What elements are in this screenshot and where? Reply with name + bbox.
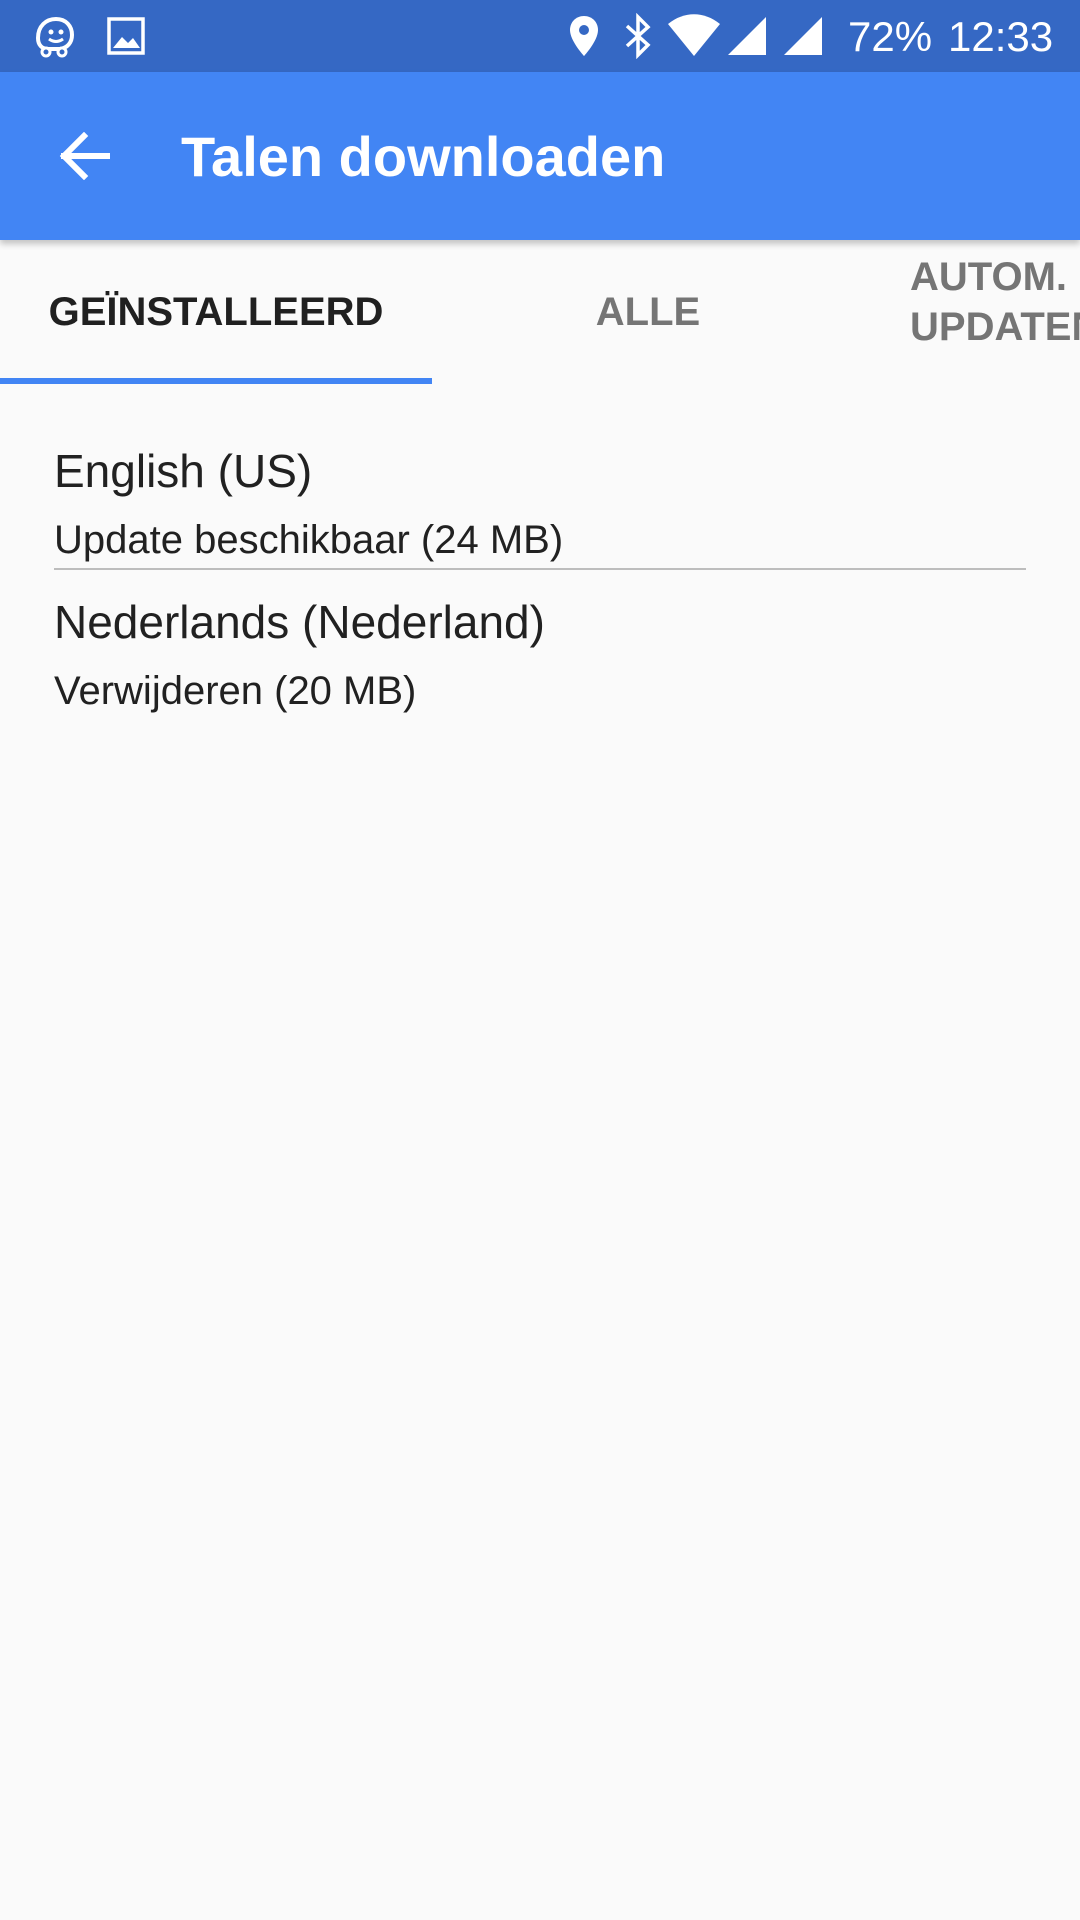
waze-icon: [26, 0, 82, 72]
tab-auto-update-label-line2: UPDATEN: [910, 305, 1080, 349]
clock: 12:33: [948, 13, 1054, 60]
tab-all[interactable]: ALLE: [432, 240, 864, 384]
language-list: English (US) Update beschikbaar (24 MB) …: [0, 384, 1080, 718]
language-name: Nederlands (Nederland): [54, 596, 545, 648]
page-title: Talen downloaden: [181, 125, 666, 188]
tab-auto-update[interactable]: AUTOM. UPDATEN: [910, 240, 1080, 374]
tab-auto-update-label-line1: AUTOM.: [910, 255, 1068, 299]
language-name: English (US): [54, 445, 313, 497]
tab-all-label: ALLE: [595, 289, 701, 334]
back-button[interactable]: [30, 108, 138, 204]
list-item[interactable]: Nederlands (Nederland) Verwijderen (20 M…: [0, 570, 1080, 718]
battery-percentage: 72%: [848, 13, 933, 60]
language-status: Update beschikbaar (24 MB): [54, 518, 564, 562]
app-bar: Talen downloaden: [0, 72, 1080, 240]
signal-icon: [724, 0, 770, 72]
arrow-left-icon: [58, 132, 110, 180]
wifi-icon: [664, 0, 724, 72]
tab-bar: GEÏNSTALLEERD ALLE AUTOM. UPDATEN: [0, 240, 1080, 384]
tab-installed[interactable]: GEÏNSTALLEERD: [0, 240, 432, 384]
tab-installed-label: GEÏNSTALLEERD: [48, 289, 384, 334]
image-icon: [104, 0, 148, 72]
signal-icon: [780, 0, 826, 72]
status-bar: 72% 12:33: [0, 0, 1080, 72]
bluetooth-icon: [620, 0, 656, 72]
location-icon: [564, 0, 604, 72]
language-status: Verwijderen (20 MB): [54, 669, 417, 713]
list-item[interactable]: English (US) Update beschikbaar (24 MB): [0, 384, 1080, 570]
